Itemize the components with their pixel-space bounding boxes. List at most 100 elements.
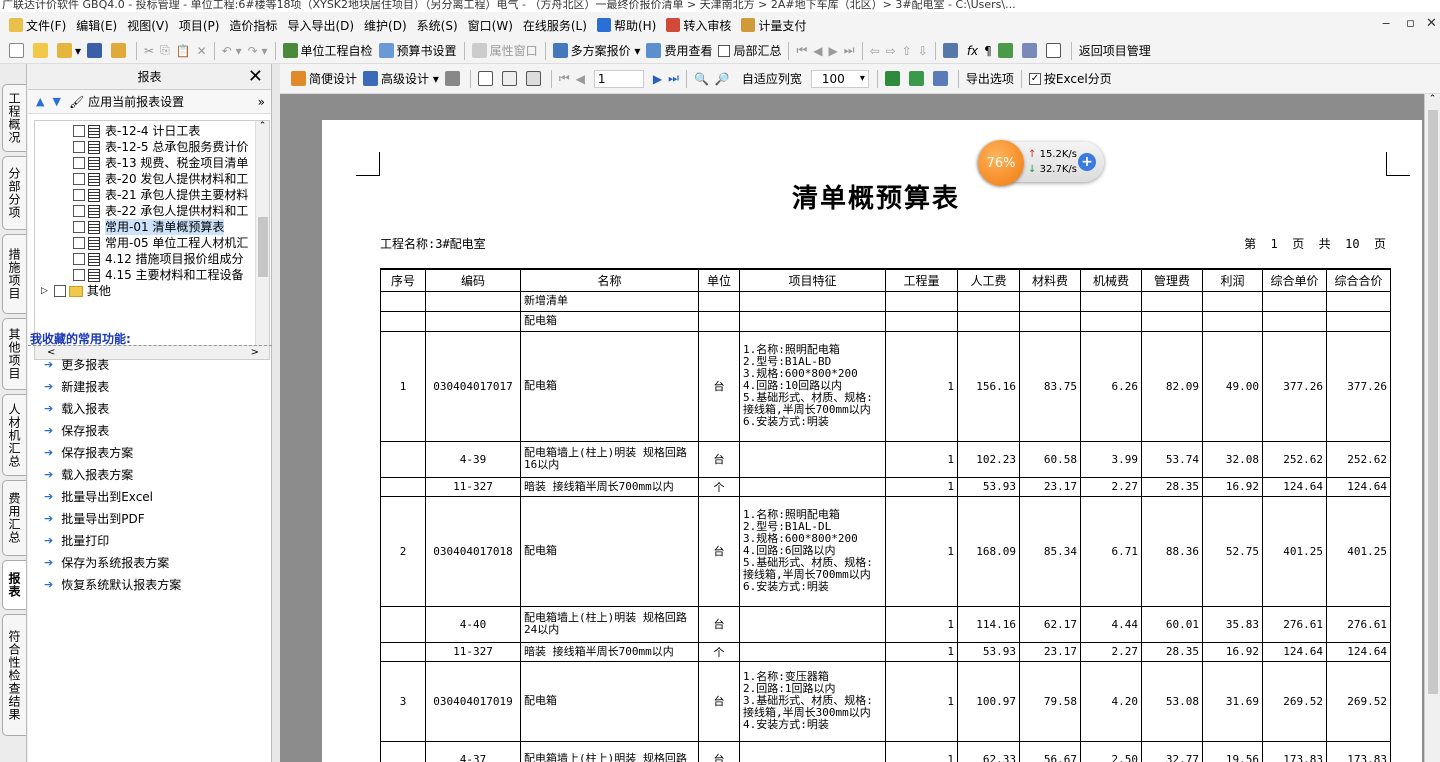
undo-icon[interactable]: ↶ ▾: [219, 40, 245, 62]
favorite-item[interactable]: ➔ 批量导出到PDF: [44, 507, 181, 529]
fit-width-button[interactable]: 自适应列宽: [739, 68, 805, 90]
move-left-icon[interactable]: ⇦: [867, 40, 883, 62]
left-tab[interactable]: 报表: [2, 560, 26, 610]
tree-checkbox[interactable]: [73, 237, 85, 249]
menu-item[interactable]: 导入导出(D): [282, 14, 359, 36]
open-folder-icon[interactable]: ▾: [54, 40, 84, 62]
multi-scheme-button[interactable]: 多方案报价 ▾: [550, 40, 644, 62]
calculator-icon[interactable]: [940, 40, 964, 62]
menu-item[interactable]: 文件(F): [4, 14, 71, 36]
property-window-button[interactable]: 属性窗口: [469, 40, 541, 62]
nav-next-icon[interactable]: ▶: [826, 40, 841, 62]
menu-item[interactable]: 在线服务(L): [518, 14, 592, 36]
move-up-icon[interactable]: ⇧: [899, 40, 915, 62]
tree-item[interactable]: 常用-01 清单概预算表: [73, 219, 269, 235]
new-doc-icon[interactable]: [30, 40, 54, 62]
scroll-up-icon[interactable]: ⌃: [1425, 94, 1440, 104]
zoom-in-icon[interactable]: 🔍: [691, 68, 712, 90]
menu-item[interactable]: 计量支付: [736, 14, 811, 36]
tree-item[interactable]: 常用-05 单位工程人材机汇: [73, 235, 269, 251]
favorite-item[interactable]: ➔ 批量打印: [44, 529, 181, 551]
save-icon[interactable]: [84, 40, 108, 62]
tree-checkbox[interactable]: [73, 173, 85, 185]
scroll-up-icon[interactable]: ⌃: [256, 121, 269, 131]
tree-item[interactable]: 4.15 主要材料和工程设备: [73, 267, 269, 283]
menu-item[interactable]: 造价指标: [224, 14, 282, 36]
tree-item[interactable]: 4.12 措施项目报价组成分: [73, 251, 269, 267]
favorite-item[interactable]: ➔ 更多报表: [44, 353, 181, 375]
material-icon[interactable]: [995, 40, 1019, 62]
menu-item[interactable]: 帮助(H): [592, 14, 661, 36]
expand-icon[interactable]: ▷: [41, 283, 48, 299]
paste-icon[interactable]: 📋: [173, 40, 194, 62]
close-window-button[interactable]: ✕: [1426, 16, 1437, 31]
menu-item[interactable]: 转入审核: [661, 14, 736, 36]
pdf-export-icon[interactable]: [930, 68, 954, 90]
favorite-item[interactable]: ➔ 保存报表方案: [44, 441, 181, 463]
tree-checkbox[interactable]: [73, 269, 85, 281]
maximize-button[interactable]: ▫: [1406, 16, 1415, 31]
favorite-item[interactable]: ➔ 载入报表: [44, 397, 181, 419]
fee-view-button[interactable]: 费用查看: [643, 40, 715, 62]
scroll-right-icon[interactable]: >: [251, 347, 259, 358]
tree-folder-other[interactable]: ▷ 其他: [35, 283, 269, 299]
last-page-icon[interactable]: ⏭: [665, 68, 682, 90]
restore-button[interactable]: ‒: [1382, 16, 1390, 31]
multi-page-icon[interactable]: [523, 68, 547, 90]
left-tab[interactable]: 措施项目: [2, 234, 26, 314]
scroll-thumb[interactable]: [1428, 110, 1438, 694]
move-down-icon[interactable]: ⇩: [915, 40, 931, 62]
delete-icon[interactable]: ✕: [194, 40, 210, 62]
tree-item[interactable]: 表-21 承包人提供主要材料: [73, 187, 269, 203]
scroll-thumb[interactable]: [258, 217, 268, 277]
folder-checkbox[interactable]: [53, 285, 66, 297]
menu-item[interactable]: 窗口(W): [463, 14, 518, 36]
left-tab[interactable]: 费用汇总: [2, 480, 26, 556]
export-options-button[interactable]: 导出选项: [963, 68, 1017, 90]
paragraph-icon[interactable]: ¶: [981, 40, 995, 62]
favorite-item[interactable]: ➔ 新建报表: [44, 375, 181, 397]
tree-item[interactable]: 表-22 承包人提供材料和工: [73, 203, 269, 219]
speed-plus-icon[interactable]: +: [1078, 153, 1096, 171]
favorite-item[interactable]: ➔ 保存为系统报表方案: [44, 551, 181, 573]
tree-checkbox[interactable]: [73, 157, 85, 169]
new-icon[interactable]: [6, 40, 30, 62]
print-icon[interactable]: [442, 68, 466, 90]
nav-prev-icon[interactable]: ◀: [810, 40, 825, 62]
cut-icon[interactable]: ✂: [141, 40, 157, 62]
tree-scrollbar[interactable]: ⌃: [255, 121, 269, 345]
budget-setting-button[interactable]: 预算书设置: [376, 40, 460, 62]
expand-chevron-icon[interactable]: »: [258, 95, 265, 109]
nav-first-icon[interactable]: ⏮: [793, 40, 810, 62]
favorite-item[interactable]: ➔ 批量导出到Excel: [44, 485, 181, 507]
arrow-down-icon[interactable]: ▼: [52, 95, 60, 108]
left-tab[interactable]: 符合性检查结果: [2, 614, 26, 736]
copy-icon[interactable]: ⎘: [157, 40, 173, 62]
arrow-up-icon[interactable]: ▲: [36, 95, 44, 108]
tree-checkbox[interactable]: [73, 141, 85, 153]
list-icon[interactable]: [1043, 40, 1067, 62]
tree-checkbox[interactable]: [73, 205, 85, 217]
zoom-select[interactable]: 100: [810, 69, 869, 88]
favorite-item[interactable]: ➔ 恢复系统默认报表方案: [44, 573, 181, 595]
tree-item[interactable]: 表-20 发包人提供材料和工: [73, 171, 269, 187]
network-speed-widget[interactable]: 76% ↑ 15.2K/s ↓ 32.7K/s +: [978, 140, 1104, 186]
menu-item[interactable]: 系统(S): [412, 14, 463, 36]
redo-icon[interactable]: ↷ ▾: [245, 40, 271, 62]
menu-item[interactable]: 视图(V): [122, 14, 174, 36]
prev-page-icon[interactable]: ◀: [573, 68, 588, 90]
left-tab[interactable]: 其他项目: [2, 318, 26, 390]
excel-export2-icon[interactable]: [906, 68, 930, 90]
excel-paging-checkbox[interactable]: ✓: [1028, 72, 1041, 85]
unit-check-button[interactable]: 单位工程自检: [280, 40, 376, 62]
tree-checkbox[interactable]: [73, 221, 85, 233]
left-tab[interactable]: 工程概况: [2, 84, 26, 152]
advanced-design-button[interactable]: 高级设计 ▾: [360, 68, 442, 90]
close-icon[interactable]: ✕: [248, 66, 263, 87]
next-page-icon[interactable]: ▶: [650, 68, 665, 90]
menu-item[interactable]: 维护(D): [359, 14, 412, 36]
first-page-icon[interactable]: ⏮: [556, 68, 573, 90]
tree-item[interactable]: 表-13 规费、税金项目清单: [73, 155, 269, 171]
simple-design-button[interactable]: 简便设计: [288, 68, 360, 90]
zoom-out-icon[interactable]: 🔎: [712, 68, 733, 90]
